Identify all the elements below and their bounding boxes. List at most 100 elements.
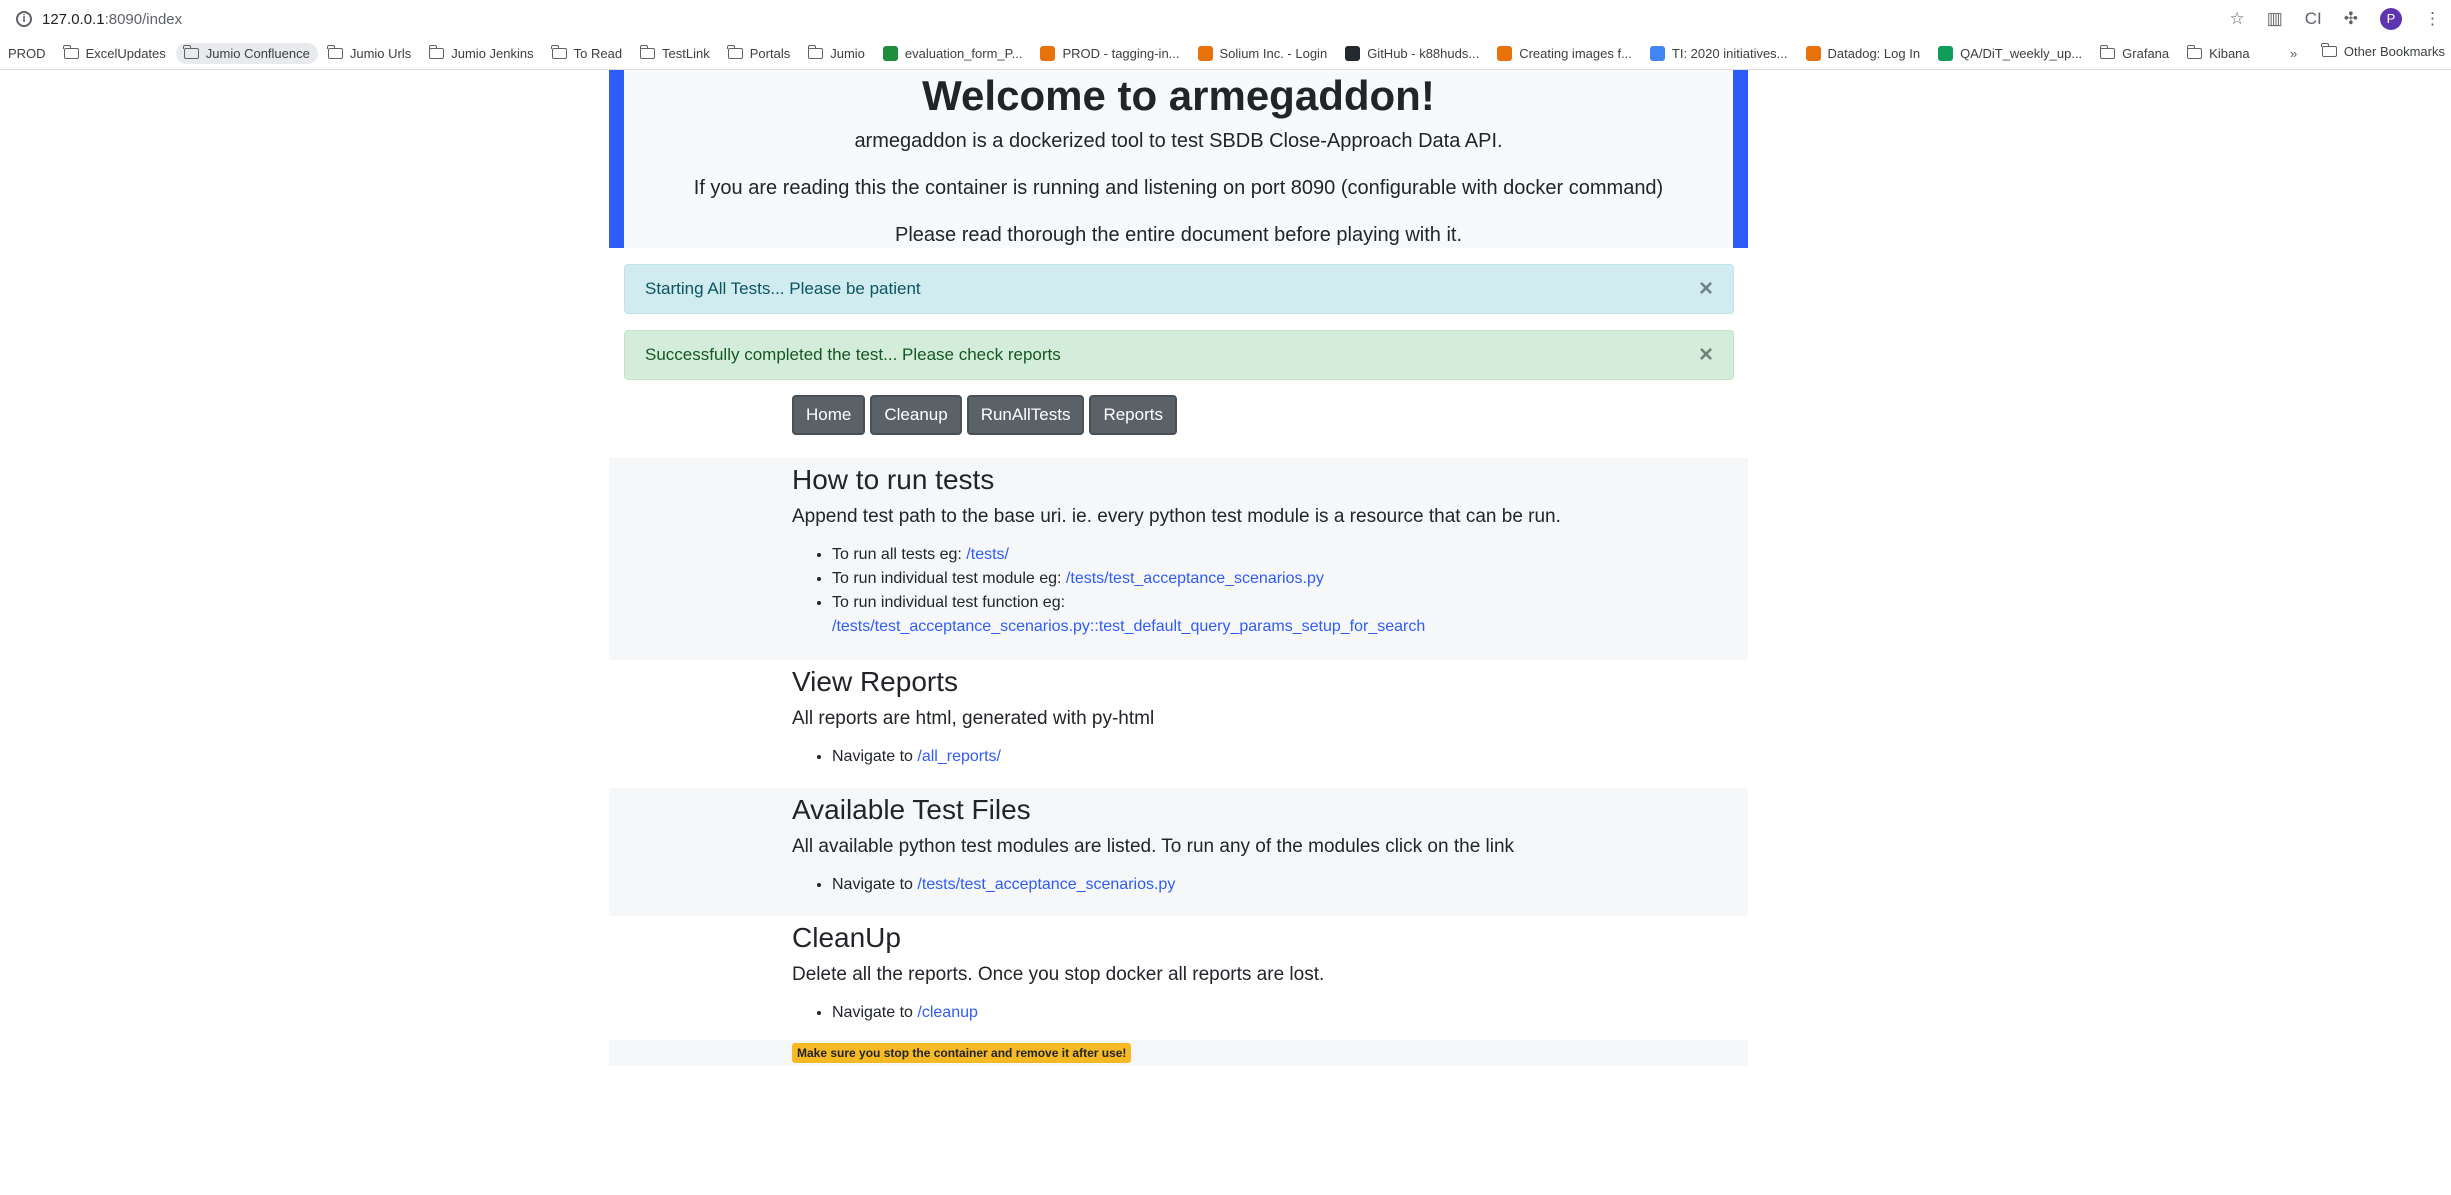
site-favicon-icon xyxy=(1805,46,1821,61)
folder-icon xyxy=(2186,45,2203,59)
drive-favicon-icon xyxy=(882,46,898,61)
nav-buttons: Home Cleanup RunAllTests Reports xyxy=(792,395,1177,435)
bookmark-item[interactable]: ExcelUpdates xyxy=(56,43,174,64)
view-reports-lead: All reports are html, generated with py-… xyxy=(792,708,1155,729)
how-to-run-section: How to run tests Append test path to the… xyxy=(609,458,1748,660)
bookmark-item[interactable]: Kibana xyxy=(2179,43,2257,64)
reading-list-icon[interactable]: ▥ xyxy=(2267,9,2283,29)
folder-icon xyxy=(2099,45,2116,59)
list-item: To run individual test module eg: /tests… xyxy=(832,567,1748,591)
reports-button[interactable]: Reports xyxy=(1089,395,1177,435)
list-item: To run all tests eg: /tests/ xyxy=(832,543,1748,567)
bookmark-item[interactable]: TestLink xyxy=(632,43,718,64)
run-function-link[interactable]: /tests/test_acceptance_scenarios.py::tes… xyxy=(832,618,1425,635)
cleanup-link[interactable]: /cleanup xyxy=(917,1004,978,1021)
how-to-run-lead: Append test path to the base uri. ie. ev… xyxy=(792,506,1561,527)
bookmark-item[interactable]: Portals xyxy=(720,43,798,64)
success-alert-close-icon[interactable]: × xyxy=(1699,341,1713,369)
hero-description: armegaddon is a dockerized tool to test … xyxy=(854,130,1503,152)
bookmark-item[interactable]: Datadog: Log In xyxy=(1798,43,1929,64)
info-alert: Starting All Tests... Please be patient … xyxy=(624,264,1734,314)
bookmark-label: Kibana xyxy=(2209,46,2250,61)
bookmark-label: evaluation_form_P... xyxy=(904,46,1023,61)
profile-avatar[interactable]: P xyxy=(2380,8,2402,30)
view-reports-list: Navigate to /all_reports/ xyxy=(832,745,1748,769)
bookmark-item[interactable]: Jumio Urls xyxy=(320,43,419,64)
home-button[interactable]: Home xyxy=(792,395,866,435)
bookmark-label: PROD - tagging-in... xyxy=(1062,46,1180,61)
run-module-link[interactable]: /tests/test_acceptance_scenarios.py xyxy=(1066,570,1324,587)
bookmark-label: Datadog: Log In xyxy=(1827,46,1921,61)
extension-ci-icon[interactable]: CI xyxy=(2305,9,2322,29)
site-favicon-icon xyxy=(1040,46,1056,61)
bookmark-label: Jumio Urls xyxy=(349,46,412,61)
cleanup-button[interactable]: Cleanup xyxy=(870,395,962,435)
test-files-section: Available Test Files All available pytho… xyxy=(609,788,1748,916)
bookmark-item[interactable]: Jumio Jenkins xyxy=(421,43,541,64)
bookmark-item[interactable]: GitHub - k88huds... xyxy=(1337,43,1487,64)
bookmark-item[interactable]: TI: 2020 initiatives... xyxy=(1642,43,1796,64)
bookmark-item[interactable]: Grafana xyxy=(2092,43,2177,64)
how-to-run-heading: How to run tests xyxy=(792,464,995,495)
all-reports-link[interactable]: /all_reports/ xyxy=(917,748,1001,765)
warning-badge: Make sure you stop the container and rem… xyxy=(792,1043,1132,1063)
bookmark-item[interactable]: Jumio Confluence xyxy=(175,43,318,64)
list-item-text: Navigate to xyxy=(832,1004,918,1021)
url-path: :8090/index xyxy=(104,10,183,28)
bookmark-item[interactable]: Creating images f... xyxy=(1489,43,1640,64)
run-all-tests-link[interactable]: /tests/ xyxy=(966,546,1009,563)
list-item: Navigate to /tests/test_acceptance_scena… xyxy=(832,873,1748,897)
info-alert-close-icon[interactable]: × xyxy=(1699,275,1713,303)
bookmark-label: ExcelUpdates xyxy=(85,46,166,61)
bookmark-item[interactable]: PROD xyxy=(0,43,54,64)
bookmark-label: Solium Inc. - Login xyxy=(1219,46,1328,61)
page-title: Welcome to armegaddon! xyxy=(922,72,1435,119)
bookmark-item[interactable]: evaluation_form_P... xyxy=(875,43,1031,64)
url-host: 127.0.0.1 xyxy=(42,10,105,28)
bookmark-label: TestLink xyxy=(662,46,710,61)
list-item: Navigate to /cleanup xyxy=(832,1001,1748,1025)
warning-section: Make sure you stop the container and rem… xyxy=(609,1040,1748,1066)
success-alert: Successfully completed the test... Pleas… xyxy=(624,330,1734,380)
test-module-link[interactable]: /tests/test_acceptance_scenarios.py xyxy=(917,876,1175,893)
test-files-heading: Available Test Files xyxy=(792,794,1031,825)
bookmark-item[interactable]: To Read xyxy=(544,43,630,64)
bookmark-item[interactable]: Jumio xyxy=(800,43,873,64)
url-field[interactable]: 127.0.0.1:8090/index xyxy=(42,11,182,28)
site-favicon-icon xyxy=(1497,46,1513,61)
hero-jumbotron: Welcome to armegaddon! armegaddon is a d… xyxy=(609,70,1748,248)
address-bar[interactable]: i 127.0.0.1:8090/index ☆ ▥ CI ✣ P ⋮ xyxy=(0,0,2451,38)
bookmark-label: Creating images f... xyxy=(1519,46,1632,61)
browser-menu-icon[interactable]: ⋮ xyxy=(2424,9,2441,29)
list-item-text: Navigate to xyxy=(832,748,918,765)
list-item: To run individual test function eg: /test… xyxy=(832,591,1748,639)
bookmark-item[interactable]: Solium Inc. - Login xyxy=(1190,43,1336,64)
folder-icon xyxy=(327,45,343,59)
more-bookmarks-chevron-icon[interactable]: » xyxy=(2290,46,2297,61)
cleanup-section: CleanUp Delete all the reports. Once you… xyxy=(609,916,1748,1109)
site-info-icon[interactable]: i xyxy=(16,11,32,27)
hero-read-note: Please read thorough the entire document… xyxy=(894,224,1463,246)
bookmark-item[interactable]: PROD - tagging-in... xyxy=(1032,43,1187,64)
hero-port-info: If you are reading this the container is… xyxy=(693,177,1664,199)
list-item-text: To run individual test function eg: xyxy=(832,594,1066,611)
test-files-lead: All available python test modules are li… xyxy=(792,836,1515,857)
run-all-tests-button[interactable]: RunAllTests xyxy=(966,395,1085,435)
bookmark-star-icon[interactable]: ☆ xyxy=(2229,9,2244,29)
other-bookmarks[interactable]: Other Bookmarks xyxy=(2321,43,2445,59)
bookmark-label: Jumio Confluence xyxy=(205,46,310,61)
bookmark-label: Jumio Jenkins xyxy=(451,46,534,61)
bookmark-item[interactable]: QA/DiT_weekly_up... xyxy=(1930,43,2090,64)
success-alert-text: Successfully completed the test... Pleas… xyxy=(645,345,1061,364)
folder-icon xyxy=(551,45,567,59)
folder-icon xyxy=(2321,43,2337,57)
folder-icon xyxy=(428,45,445,59)
list-item-text: To run all tests eg: xyxy=(832,546,967,563)
list-item-text: Navigate to xyxy=(832,876,918,893)
extensions-puzzle-icon[interactable]: ✣ xyxy=(2344,9,2358,29)
doc-favicon-icon xyxy=(1649,46,1665,61)
test-files-list: Navigate to /tests/test_acceptance_scena… xyxy=(832,873,1748,897)
site-favicon-icon xyxy=(1197,46,1213,61)
sheet-favicon-icon xyxy=(1938,46,1954,61)
page-content: Welcome to armegaddon! armegaddon is a d… xyxy=(0,70,2451,1195)
